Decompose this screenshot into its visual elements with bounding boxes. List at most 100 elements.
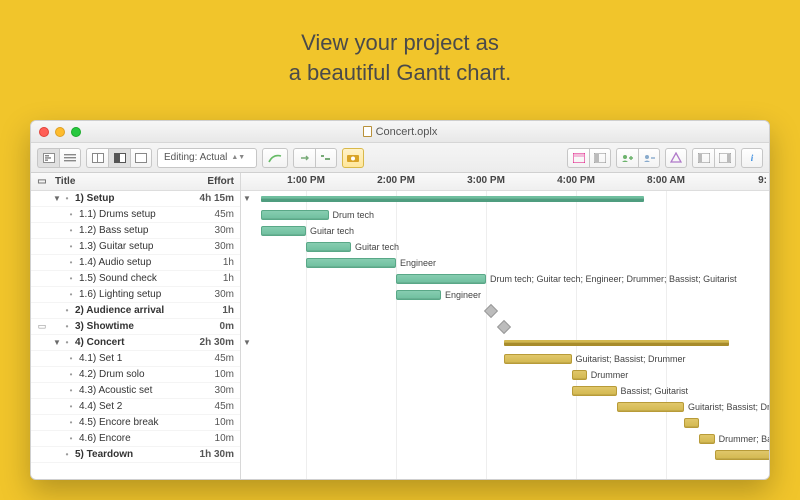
baseline-group <box>293 148 337 168</box>
layout-1-button[interactable] <box>86 148 108 168</box>
right-layout-group <box>567 148 611 168</box>
editing-mode-select[interactable]: Editing: Actual ▲▼ <box>157 148 257 168</box>
add-resource-button[interactable] <box>616 148 638 168</box>
task-bar[interactable] <box>306 258 396 268</box>
titlebar[interactable]: Concert.oplx <box>31 121 769 143</box>
row-status-icon: ▭ <box>31 321 53 332</box>
task-bar[interactable] <box>306 242 351 252</box>
sidebar-left-button[interactable] <box>692 148 714 168</box>
stepper-icon: ▲▼ <box>231 149 241 167</box>
task-bar[interactable] <box>715 450 769 460</box>
task-bar[interactable] <box>261 226 306 236</box>
timeline-tick: 8:00 AM <box>647 175 685 186</box>
task-bar[interactable] <box>504 354 572 364</box>
outline-row[interactable]: ▭•3) Showtime0m <box>31 319 240 335</box>
gantt-bars: ▼Drum techGuitar techGuitar techEngineer… <box>241 191 769 479</box>
document-icon <box>363 126 372 137</box>
row-effort: 45m <box>188 353 240 364</box>
summary-bar[interactable] <box>504 340 729 346</box>
summary-bar[interactable] <box>261 196 644 202</box>
row-effort: 10m <box>188 417 240 428</box>
level-button[interactable] <box>315 148 337 168</box>
panel-2-button[interactable] <box>589 148 611 168</box>
row-effort: 1h 30m <box>188 449 240 460</box>
outline-row[interactable]: ▼•1) Setup4h 15m <box>31 191 240 207</box>
toolbar: Editing: Actual ▲▼ i <box>31 143 769 173</box>
app-window: Concert.oplx Editing: Actual ▲▼ <box>30 120 770 480</box>
remove-resource-button[interactable] <box>638 148 660 168</box>
outline-row[interactable]: •1.1) Drums setup45m <box>31 207 240 223</box>
task-bar[interactable] <box>699 434 714 444</box>
outline-row[interactable]: •5) Teardown1h 30m <box>31 447 240 463</box>
outline-row[interactable]: •1.2) Bass setup30m <box>31 223 240 239</box>
column-title[interactable]: Title <box>53 176 188 187</box>
outline-row[interactable]: •4.2) Drum solo10m <box>31 367 240 383</box>
disclosure-icon[interactable]: ▼ <box>243 338 251 347</box>
layout-3-button[interactable] <box>130 148 152 168</box>
outline-row[interactable]: ▼•4) Concert2h 30m <box>31 335 240 351</box>
task-resource-label: Bassist; Guitarist <box>621 383 689 399</box>
task-resource-label: Engineer <box>445 287 481 303</box>
outline-row[interactable]: •4.5) Encore break10m <box>31 415 240 431</box>
row-title: •4.1) Set 1 <box>53 353 188 364</box>
view-outline-button[interactable] <box>59 148 81 168</box>
timeline-tick: 3:00 PM <box>467 175 505 186</box>
resource-group <box>616 148 660 168</box>
snapshot-button[interactable] <box>342 148 364 168</box>
outline-row[interactable]: •2) Audience arrival1h <box>31 303 240 319</box>
disclosure-icon[interactable]: ▼ <box>243 194 251 203</box>
task-bar[interactable] <box>396 290 441 300</box>
sidebar-right-button[interactable] <box>714 148 736 168</box>
hero-text: View your project as a beautiful Gantt c… <box>0 0 800 109</box>
outline-row[interactable]: •1.5) Sound check1h <box>31 271 240 287</box>
content-area: ▭ Title Effort ▼•1) Setup4h 15m•1.1) Dru… <box>31 173 769 479</box>
timeline-header: 1:00 PM2:00 PM3:00 PM4:00 PM8:00 AM9: <box>241 173 769 191</box>
layout-2-button[interactable] <box>108 148 130 168</box>
task-bar[interactable] <box>572 370 587 380</box>
outline-row[interactable]: •1.6) Lighting setup30m <box>31 287 240 303</box>
view-mode-group <box>37 148 81 168</box>
outline-header: ▭ Title Effort <box>31 173 240 191</box>
inspector-group <box>692 148 736 168</box>
outline-row[interactable]: •1.3) Guitar setup30m <box>31 239 240 255</box>
attachments-header-icon[interactable]: ▭ <box>31 176 53 187</box>
row-title: ▼•1) Setup <box>53 193 188 204</box>
row-title: •4.4) Set 2 <box>53 401 188 412</box>
outline-row[interactable]: •4.3) Acoustic set30m <box>31 383 240 399</box>
outline-row[interactable]: •4.6) Encore10m <box>31 431 240 447</box>
view-gantt-button[interactable] <box>37 148 59 168</box>
task-bar[interactable] <box>684 418 699 428</box>
task-bar[interactable] <box>572 386 617 396</box>
hero-line2: a beautiful Gantt chart. <box>0 58 800 88</box>
outline-row[interactable]: •4.4) Set 245m <box>31 399 240 415</box>
row-title: •2) Audience arrival <box>53 305 188 316</box>
gantt-panel[interactable]: 1:00 PM2:00 PM3:00 PM4:00 PM8:00 AM9: ▼D… <box>241 173 769 479</box>
task-bar[interactable] <box>261 210 329 220</box>
task-resource-label: Guitar tech <box>310 223 354 239</box>
outline-row[interactable]: •4.1) Set 145m <box>31 351 240 367</box>
task-resource-label: Drum tech; Guitar tech; Engineer; Drumme… <box>490 271 737 287</box>
task-resource-label: Engineer <box>400 255 436 271</box>
row-title: •1.5) Sound check <box>53 273 188 284</box>
task-resource-label: Guitar tech <box>355 239 399 255</box>
milestone-marker[interactable] <box>483 304 497 318</box>
milestone-marker[interactable] <box>497 320 511 334</box>
timeline-tick: 9: <box>758 175 767 186</box>
violations-button[interactable] <box>665 148 687 168</box>
row-effort: 4h 15m <box>188 193 240 204</box>
task-bar[interactable] <box>396 274 486 284</box>
info-button[interactable]: i <box>741 148 763 168</box>
task-bar[interactable] <box>617 402 685 412</box>
row-title: ▼•4) Concert <box>53 337 188 348</box>
timeline-tick: 2:00 PM <box>377 175 415 186</box>
column-effort[interactable]: Effort <box>188 176 240 187</box>
panel-1-button[interactable] <box>567 148 589 168</box>
outline-row[interactable]: •1.4) Audio setup1h <box>31 255 240 271</box>
row-title: •4.5) Encore break <box>53 417 188 428</box>
timeline-tick: 1:00 PM <box>287 175 325 186</box>
row-title: •1.6) Lighting setup <box>53 289 188 300</box>
hero-line1: View your project as <box>0 28 800 58</box>
row-title: •1.3) Guitar setup <box>53 241 188 252</box>
reschedule-button[interactable] <box>293 148 315 168</box>
catch-up-button[interactable] <box>262 148 288 168</box>
